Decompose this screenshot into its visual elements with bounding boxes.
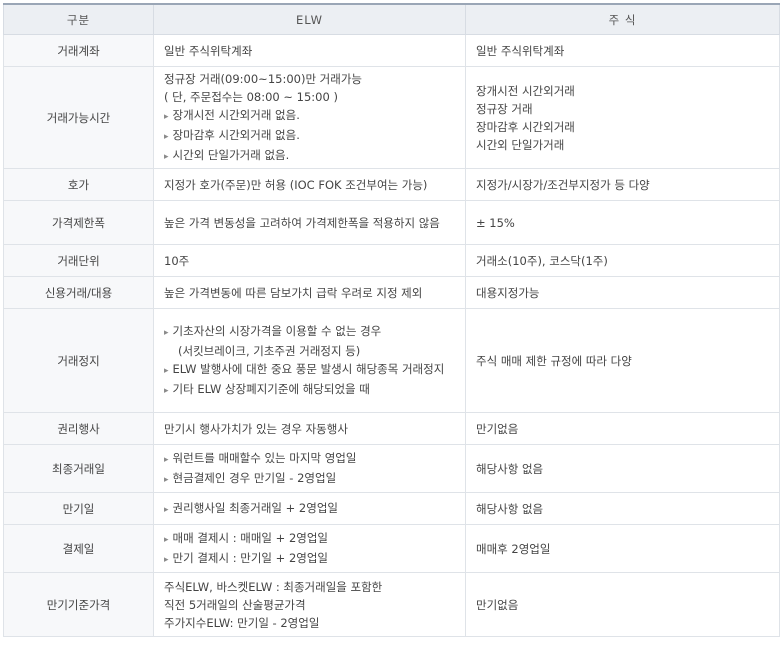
cell-text: 일반 주식위탁계좌 bbox=[476, 43, 565, 58]
stock-cell: 일반 주식위탁계좌 bbox=[465, 34, 780, 67]
row-label: 가격제한폭 bbox=[3, 200, 154, 245]
stock-cell: 만기없음 bbox=[465, 412, 780, 445]
bullet-item: 기초자산의 시장가격을 이용할 수 없는 경우 bbox=[164, 322, 457, 342]
row-label: 최종거래일 bbox=[3, 444, 154, 493]
cell-text: ± 15% bbox=[476, 215, 515, 230]
elw-cell: 주식ELW, 바스켓ELW : 최종거래일을 포함한 직전 5거래일의 산술평균… bbox=[153, 572, 466, 637]
cell-text: 만기없음 bbox=[476, 421, 519, 436]
elw-cell: 정규장 거래(09:00~15:00)만 거래가능 ( 단, 주문접수는 08:… bbox=[153, 66, 466, 169]
cell-text: 만기시 행사가치가 있는 경우 자동행사 bbox=[164, 421, 348, 436]
stock-cell: 해당사항 없음 bbox=[465, 444, 780, 493]
header-row: 구분 ELW 주 식 bbox=[3, 3, 780, 35]
bullet-item: 현금결제인 경우 만기일 - 2영업일 bbox=[164, 469, 457, 489]
elw-vs-stock-table: 구분 ELW 주 식 거래계좌 일반 주식위탁계좌 일반 주식위탁계좌 거래가능… bbox=[3, 3, 780, 637]
bullet-continuation: (서킷브레이크, 기초주권 거래정지 등) bbox=[178, 343, 361, 358]
row-label: 거래계좌 bbox=[3, 34, 154, 67]
header-stock: 주 식 bbox=[465, 3, 780, 35]
stock-cell: 주식 매매 제한 규정에 따라 다양 bbox=[465, 308, 780, 413]
row-label: 거래단위 bbox=[3, 244, 154, 277]
bullet-item: 장마감후 시간외거래 없음. bbox=[164, 126, 457, 146]
table-row: 거래단위 10주 거래소(10주), 코스닥(1주) bbox=[3, 244, 780, 277]
cell-text: 해당사항 없음 bbox=[476, 461, 544, 476]
stock-cell: 대용지정가능 bbox=[465, 276, 780, 309]
cell-text: 높은 가격 변동성을 고려하여 가격제한폭을 적용하지 않음 bbox=[164, 215, 440, 230]
elw-cell: 매매 결제시 : 매매일 + 2영업일 만기 결제시 : 만기일 + 2영업일 bbox=[153, 524, 466, 573]
elw-cell: 기초자산의 시장가격을 이용할 수 없는 경우 (서킷브레이크, 기초주권 거래… bbox=[153, 308, 466, 413]
table-row: 거래가능시간 정규장 거래(09:00~15:00)만 거래가능 ( 단, 주문… bbox=[3, 66, 780, 169]
row-label: 호가 bbox=[3, 168, 154, 201]
cell-text: 정규장 거래(09:00~15:00)만 거래가능 bbox=[164, 71, 363, 86]
row-label: 권리행사 bbox=[3, 412, 154, 445]
stock-cell: 거래소(10주), 코스닥(1주) bbox=[465, 244, 780, 277]
cell-text: 정규장 거래 bbox=[476, 101, 533, 116]
elw-cell: 지정가 호가(주문)만 허용 (IOC FOK 조건부여는 가능) bbox=[153, 168, 466, 201]
cell-text: 매매후 2영업일 bbox=[476, 541, 551, 556]
table-row: 신용거래/대용 높은 가격변동에 따른 담보가치 급락 우려로 지정 제외 대용… bbox=[3, 276, 780, 309]
bullet-item: ELW 발행사에 대한 중요 풍문 발생시 해당종목 거래정지 bbox=[164, 360, 457, 380]
row-label: 거래정지 bbox=[3, 308, 154, 413]
cell-text: ( 단, 주문접수는 08:00 ~ 15:00 ) bbox=[164, 89, 338, 104]
bullet-item: 매매 결제시 : 매매일 + 2영업일 bbox=[164, 529, 457, 549]
cell-text: 직전 5거래일의 산술평균가격 bbox=[164, 597, 306, 612]
cell-text: 지정가 호가(주문)만 허용 (IOC FOK 조건부여는 가능) bbox=[164, 177, 428, 192]
table-row: 거래계좌 일반 주식위탁계좌 일반 주식위탁계좌 bbox=[3, 34, 780, 67]
bullet-item: 만기 결제시 : 만기일 + 2영업일 bbox=[164, 549, 457, 569]
row-label: 만기일 bbox=[3, 492, 154, 525]
elw-cell: 만기시 행사가치가 있는 경우 자동행사 bbox=[153, 412, 466, 445]
stock-cell: 지정가/시장가/조건부지정가 등 다양 bbox=[465, 168, 780, 201]
stock-cell: 만기없음 bbox=[465, 572, 780, 637]
table-row: 호가 지정가 호가(주문)만 허용 (IOC FOK 조건부여는 가능) 지정가… bbox=[3, 168, 780, 201]
bullet-item: 기타 ELW 상장폐지기준에 해당되었을 때 bbox=[164, 380, 457, 400]
elw-cell: 높은 가격변동에 따른 담보가치 급락 우려로 지정 제외 bbox=[153, 276, 466, 309]
cell-text: 주식 매매 제한 규정에 따라 다양 bbox=[476, 353, 632, 368]
table-row: 만기기준가격 주식ELW, 바스켓ELW : 최종거래일을 포함한 직전 5거래… bbox=[3, 572, 780, 637]
cell-text: 대용지정가능 bbox=[476, 285, 540, 300]
cell-text: 시간외 단일가거래 bbox=[476, 137, 565, 152]
header-category: 구분 bbox=[3, 3, 154, 35]
cell-text: 장개시전 시간외거래 bbox=[476, 83, 575, 98]
cell-text: 주가지수ELW: 만기일 - 2영업일 bbox=[164, 615, 320, 630]
row-label: 거래가능시간 bbox=[3, 66, 154, 169]
bullet-item: 시간외 단일가거래 없음. bbox=[164, 146, 457, 166]
cell-text: 거래소(10주), 코스닥(1주) bbox=[476, 253, 608, 268]
row-label: 신용거래/대용 bbox=[3, 276, 154, 309]
cell-text: 일반 주식위탁계좌 bbox=[164, 43, 253, 58]
cell-text: 주식ELW, 바스켓ELW : 최종거래일을 포함한 bbox=[164, 579, 383, 594]
stock-cell: 장개시전 시간외거래 정규장 거래 장마감후 시간외거래 시간외 단일가거래 bbox=[465, 66, 780, 169]
header-elw: ELW bbox=[153, 3, 466, 35]
elw-cell: 높은 가격 변동성을 고려하여 가격제한폭을 적용하지 않음 bbox=[153, 200, 466, 245]
table-row: 권리행사 만기시 행사가치가 있는 경우 자동행사 만기없음 bbox=[3, 412, 780, 445]
elw-cell: 일반 주식위탁계좌 bbox=[153, 34, 466, 67]
row-label: 결제일 bbox=[3, 524, 154, 573]
table-row: 거래정지 기초자산의 시장가격을 이용할 수 없는 경우 (서킷브레이크, 기초… bbox=[3, 308, 780, 413]
stock-cell: 매매후 2영업일 bbox=[465, 524, 780, 573]
cell-text: 장마감후 시간외거래 bbox=[476, 119, 575, 134]
table-row: 최종거래일 워런트를 매매할수 있는 마지막 영업일 현금결제인 경우 만기일 … bbox=[3, 444, 780, 493]
cell-text: 해당사항 없음 bbox=[476, 501, 544, 516]
row-label: 만기기준가격 bbox=[3, 572, 154, 637]
table-row: 만기일 권리행사일 최종거래일 + 2영업일 해당사항 없음 bbox=[3, 492, 780, 525]
cell-text: 만기없음 bbox=[476, 597, 519, 612]
elw-cell: 권리행사일 최종거래일 + 2영업일 bbox=[153, 492, 466, 525]
cell-text: 지정가/시장가/조건부지정가 등 다양 bbox=[476, 177, 650, 192]
elw-cell: 워런트를 매매할수 있는 마지막 영업일 현금결제인 경우 만기일 - 2영업일 bbox=[153, 444, 466, 493]
elw-cell: 10주 bbox=[153, 244, 466, 277]
cell-text: 10주 bbox=[164, 253, 190, 268]
stock-cell: 해당사항 없음 bbox=[465, 492, 780, 525]
table-row: 가격제한폭 높은 가격 변동성을 고려하여 가격제한폭을 적용하지 않음 ± 1… bbox=[3, 200, 780, 245]
table-row: 결제일 매매 결제시 : 매매일 + 2영업일 만기 결제시 : 만기일 + 2… bbox=[3, 524, 780, 573]
bullet-item: 장개시전 시간외거래 없음. bbox=[164, 106, 457, 126]
bullet-item: 워런트를 매매할수 있는 마지막 영업일 bbox=[164, 449, 457, 469]
stock-cell: ± 15% bbox=[465, 200, 780, 245]
bullet-item: 권리행사일 최종거래일 + 2영업일 bbox=[164, 499, 457, 519]
cell-text: 높은 가격변동에 따른 담보가치 급락 우려로 지정 제외 bbox=[164, 285, 423, 300]
